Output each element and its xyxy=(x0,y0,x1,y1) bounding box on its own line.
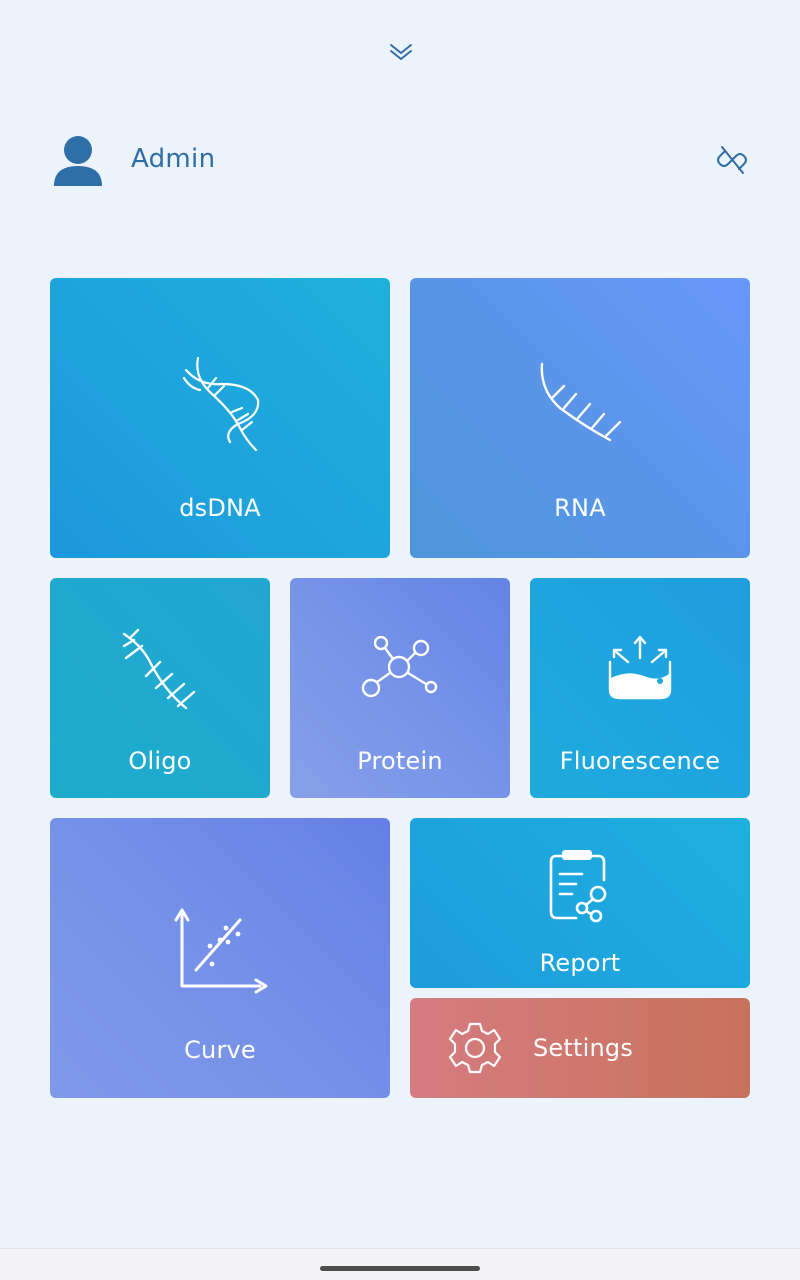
user-icon xyxy=(50,134,106,190)
expand-chevron-icon[interactable] xyxy=(386,40,416,64)
user-header: Admin xyxy=(50,130,750,194)
home-gesture-handle[interactable] xyxy=(320,1266,480,1271)
tile-oligo[interactable]: Oligo xyxy=(50,578,270,798)
tile-oligo-label: Oligo xyxy=(128,747,192,775)
tile-report[interactable]: Report xyxy=(410,818,750,988)
scatter-regression-icon xyxy=(174,906,270,1000)
tile-rna-label: RNA xyxy=(554,494,606,522)
oligo-strand-icon xyxy=(120,628,200,716)
link-off-icon[interactable] xyxy=(714,142,750,178)
tile-protein-label: Protein xyxy=(357,747,443,775)
tile-settings-label: Settings xyxy=(533,1034,634,1062)
clipboard-share-icon xyxy=(548,850,612,930)
rna-strand-icon xyxy=(536,360,626,448)
molecule-network-icon xyxy=(360,635,440,706)
cuvette-emission-icon xyxy=(608,634,674,708)
gear-icon xyxy=(448,1021,502,1079)
tile-fluorescence[interactable]: Fluorescence xyxy=(530,578,750,798)
user-name: Admin xyxy=(131,144,216,174)
tile-rna[interactable]: RNA xyxy=(410,278,750,558)
tile-settings[interactable]: Settings xyxy=(410,998,750,1098)
system-nav-bar xyxy=(0,1248,800,1280)
dna-double-helix-icon xyxy=(180,356,270,456)
tile-protein[interactable]: Protein xyxy=(290,578,510,798)
tile-report-label: Report xyxy=(539,949,621,977)
tile-fluorescence-label: Fluorescence xyxy=(559,747,721,775)
tile-curve[interactable]: Curve xyxy=(50,818,390,1098)
tile-dsdna[interactable]: dsDNA xyxy=(50,278,390,558)
tile-dsdna-label: dsDNA xyxy=(179,494,261,522)
tile-curve-label: Curve xyxy=(184,1036,256,1064)
